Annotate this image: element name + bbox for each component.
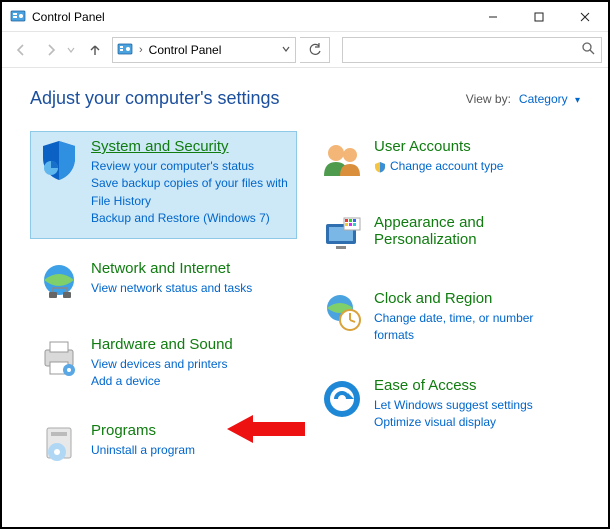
breadcrumb-control-panel[interactable]: Control Panel (149, 43, 222, 57)
heading-row: Adjust your computer's settings View by:… (30, 88, 580, 109)
link-file-history[interactable]: Save backup copies of your files with Fi… (91, 175, 290, 210)
link-uninstall-program[interactable]: Uninstall a program (91, 442, 290, 459)
category-system-and-security[interactable]: System and Security Review your computer… (30, 131, 297, 239)
category-ease-of-access[interactable]: Ease of Access Let Windows suggest setti… (313, 370, 580, 443)
search-icon[interactable] (581, 41, 595, 58)
category-title[interactable]: Network and Internet (91, 260, 290, 277)
category-programs[interactable]: Programs Uninstall a program (30, 415, 297, 477)
close-button[interactable] (562, 2, 608, 32)
category-user-accounts[interactable]: User Accounts Change account type (313, 131, 580, 193)
address-control-panel-icon (117, 42, 133, 58)
link-network-status[interactable]: View network status and tasks (91, 280, 290, 297)
titlebar: Control Panel (2, 2, 608, 32)
category-title[interactable]: Clock and Region (374, 290, 573, 307)
viewby-label: View by: (466, 92, 511, 106)
globe-network-icon (37, 260, 81, 304)
nav-row: › Control Panel (2, 32, 608, 68)
viewby-value: Category (519, 92, 568, 106)
link-devices-printers[interactable]: View devices and printers (91, 356, 290, 373)
address-bar[interactable]: › Control Panel (112, 37, 296, 63)
clock-globe-icon (320, 290, 364, 334)
category-title[interactable]: Appearance and Personalization (374, 214, 573, 248)
refresh-button[interactable] (300, 37, 330, 63)
viewby-dropdown[interactable]: Category ▾ (519, 92, 580, 106)
category-appearance-and-personalization[interactable]: Appearance and Personalization (313, 207, 580, 269)
link-backup-restore[interactable]: Backup and Restore (Windows 7) (91, 210, 290, 227)
ease-of-access-icon (320, 377, 364, 421)
search-box[interactable] (342, 37, 602, 63)
window-title: Control Panel (32, 10, 105, 24)
forward-button[interactable] (38, 37, 64, 63)
content-area: Adjust your computer's settings View by:… (2, 68, 608, 527)
control-panel-icon (10, 9, 26, 25)
category-hardware-and-sound[interactable]: Hardware and Sound View devices and prin… (30, 329, 297, 402)
monitor-palette-icon (320, 214, 364, 258)
address-dropdown-icon[interactable] (281, 43, 291, 57)
categories: System and Security Review your computer… (30, 131, 580, 477)
recent-locations-caret[interactable] (64, 37, 78, 63)
uac-shield-icon (374, 161, 386, 173)
maximize-button[interactable] (516, 2, 562, 32)
link-add-device[interactable]: Add a device (91, 373, 290, 390)
category-title[interactable]: Hardware and Sound (91, 336, 290, 353)
minimize-button[interactable] (470, 2, 516, 32)
category-network-and-internet[interactable]: Network and Internet View network status… (30, 253, 297, 315)
up-button[interactable] (82, 37, 108, 63)
link-optimize-visual[interactable]: Optimize visual display (374, 414, 573, 431)
link-review-status[interactable]: Review your computer's status (91, 158, 290, 175)
link-change-date-time[interactable]: Change date, time, or number formats (374, 310, 573, 345)
link-suggest-settings[interactable]: Let Windows suggest settings (374, 397, 573, 414)
people-icon (320, 138, 364, 182)
categories-left-column: System and Security Review your computer… (30, 131, 297, 477)
programs-icon (37, 422, 81, 466)
category-title[interactable]: Ease of Access (374, 377, 573, 394)
printer-icon (37, 336, 81, 380)
category-title[interactable]: System and Security (91, 138, 290, 155)
search-input[interactable] (349, 42, 581, 58)
back-button[interactable] (8, 37, 34, 63)
link-change-account-type[interactable]: Change account type (374, 158, 573, 175)
page-heading: Adjust your computer's settings (30, 88, 280, 109)
window: Control Panel (0, 0, 610, 529)
shield-icon (37, 138, 81, 182)
category-title[interactable]: User Accounts (374, 138, 573, 155)
category-clock-and-region[interactable]: Clock and Region Change date, time, or n… (313, 283, 580, 356)
chevron-down-icon: ▾ (575, 95, 580, 106)
chevron-right-icon[interactable]: › (139, 44, 143, 56)
category-title[interactable]: Programs (91, 422, 290, 439)
categories-right-column: User Accounts Change account type (313, 131, 580, 477)
